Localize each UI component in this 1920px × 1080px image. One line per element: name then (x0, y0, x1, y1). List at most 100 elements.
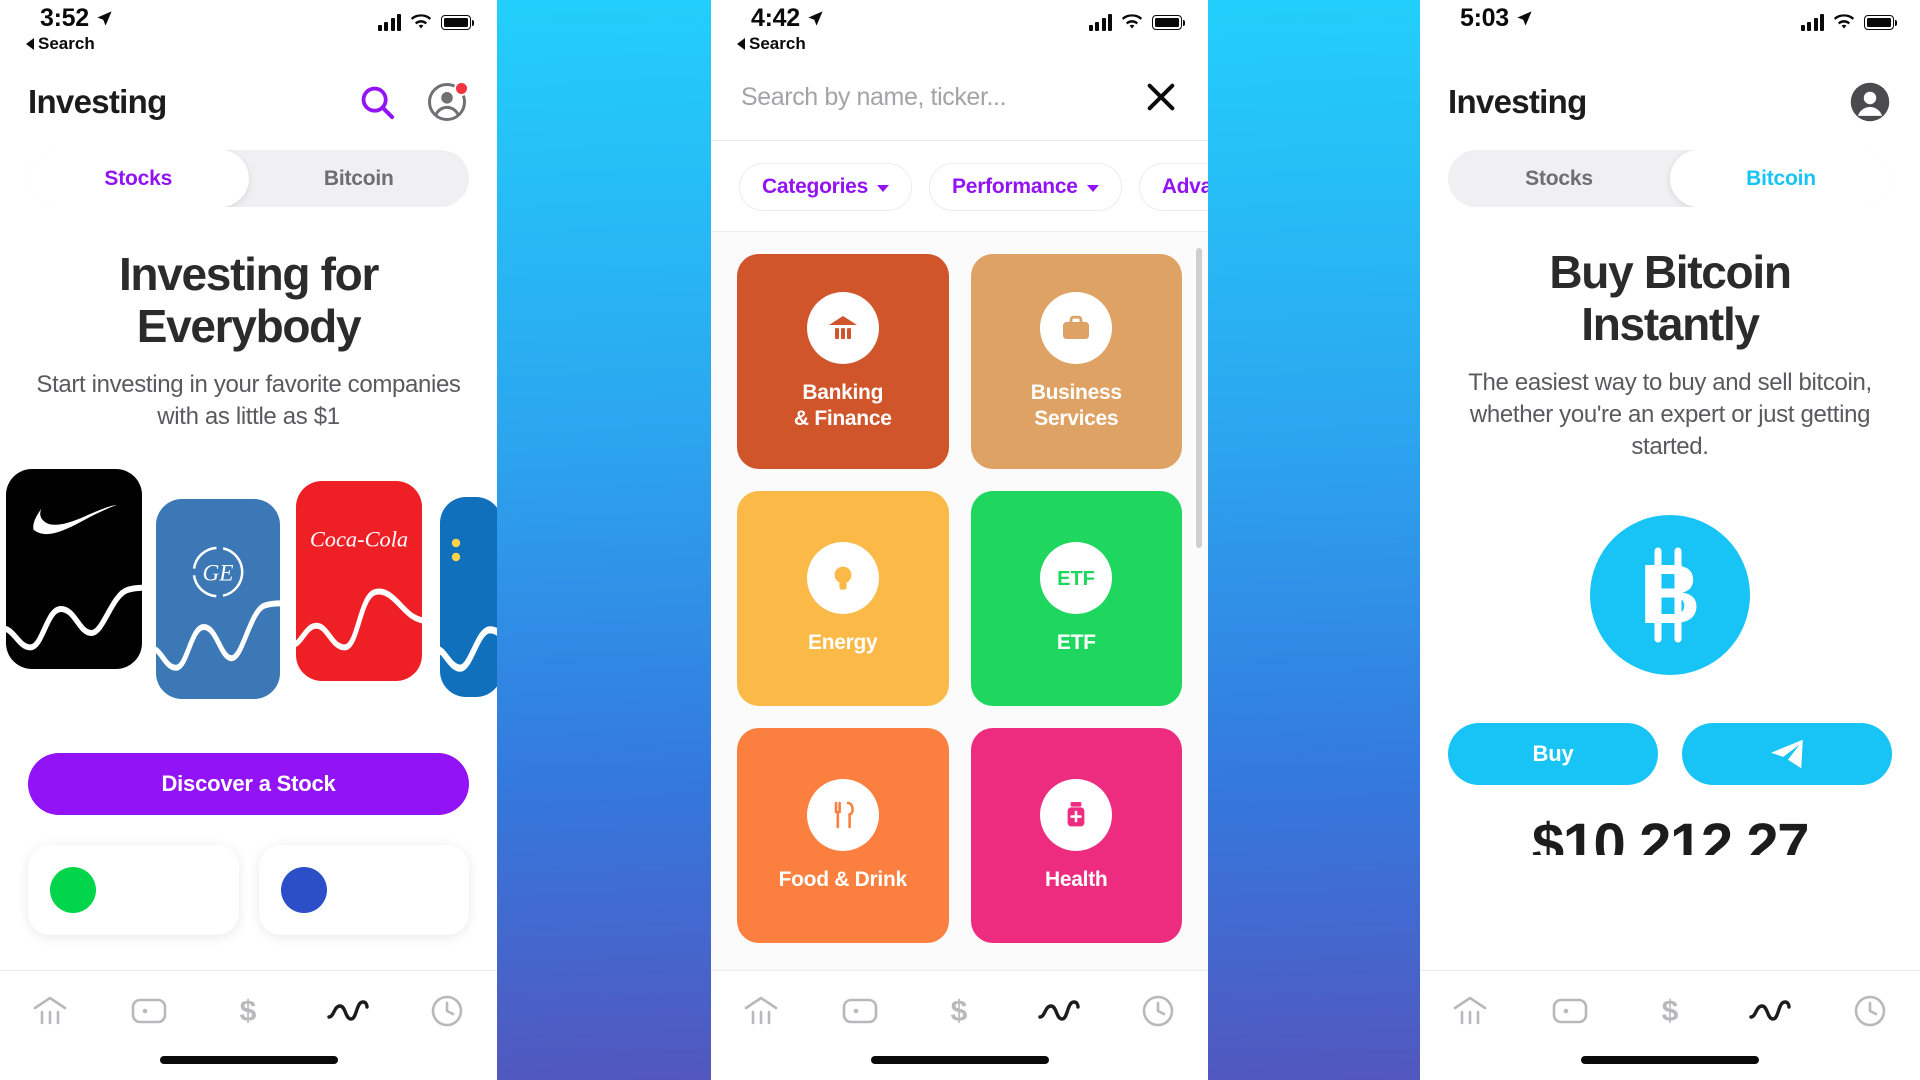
tile-label: Food & Drink (778, 867, 908, 891)
tab-payments[interactable]: $ (930, 987, 988, 1035)
tile-label: Health (1045, 867, 1108, 891)
tab-bar[interactable]: $ (0, 970, 497, 1080)
filter-chip-advanced[interactable]: Advanced (1138, 163, 1208, 211)
brand-card-coca-cola[interactable]: Coca-Cola (296, 481, 422, 682)
tab-investing[interactable] (1030, 987, 1088, 1035)
close-x-icon[interactable] (1144, 80, 1178, 114)
status-back-label: Search (749, 34, 806, 53)
tab-card[interactable] (120, 987, 178, 1035)
page-title: Investing (1448, 83, 1587, 120)
sparkline (296, 588, 422, 651)
search-button[interactable] (355, 80, 399, 124)
card-icon (131, 998, 167, 1024)
send-bitcoin-button[interactable] (1682, 723, 1892, 786)
dollar-sign-icon: $ (951, 995, 968, 1028)
phone-3-bitcoin-screen: 5:03 Investing Stocks Bitcoin Buy Bitcoi… (1420, 0, 1920, 1080)
battery-icon (441, 15, 475, 30)
tab-activity[interactable] (418, 987, 476, 1035)
briefcase-icon (1063, 316, 1090, 340)
category-tile-energy[interactable]: Energy (737, 491, 949, 706)
health-icon-wrapper (1040, 778, 1113, 851)
battery-icon (1864, 15, 1898, 30)
discover-stock-button[interactable]: Discover a Stock (28, 753, 469, 816)
hero-section: Investing for Everybody Start investing … (0, 207, 497, 433)
nav-header: Investing (1420, 58, 1920, 134)
send-paper-plane-icon (1771, 740, 1803, 769)
lightbulb-icon (834, 566, 852, 590)
tab-banking[interactable] (1441, 987, 1499, 1035)
tab-banking[interactable] (21, 987, 79, 1035)
segmented-control[interactable]: Stocks Bitcoin (28, 150, 469, 207)
svg-text:B: B (1640, 547, 1701, 641)
tab-stocks[interactable]: Stocks (1448, 150, 1670, 207)
tab-bitcoin[interactable]: Bitcoin (1670, 150, 1892, 207)
bitcoin-hero: Buy Bitcoin Instantly The easiest way to… (1420, 207, 1920, 463)
food-utensils-icon (834, 801, 854, 829)
stock-logo-icon (50, 867, 96, 914)
tab-payments[interactable]: $ (1641, 987, 1699, 1035)
bitcoin-actions[interactable]: Buy (1420, 675, 1920, 786)
phone-1-stocks-screen: 3:52 Search Investing Stocks Bitcoin Inv… (0, 0, 497, 1080)
search-bar[interactable]: Search by name, ticker... (711, 58, 1208, 141)
lightbulb-icon-wrapper (806, 541, 879, 614)
tile-label: Business Services (1030, 381, 1122, 430)
tab-investing[interactable] (319, 987, 377, 1035)
tab-bar[interactable]: $ (711, 970, 1208, 1080)
food-icon-wrapper (806, 778, 879, 851)
filter-chip-performance[interactable]: Performance (929, 163, 1122, 211)
tab-card[interactable] (831, 987, 889, 1035)
brand-card-partial[interactable] (440, 497, 497, 698)
cellular-signal-icon (1800, 14, 1824, 31)
account-button[interactable] (425, 80, 469, 124)
category-tile-banking[interactable]: Banking & Finance (737, 254, 949, 469)
status-back-label: Search (38, 34, 95, 53)
status-back-link[interactable]: Search (737, 34, 824, 54)
category-grid[interactable]: Banking & Finance Business Services Ener… (711, 232, 1208, 970)
tab-bar[interactable]: $ (1420, 970, 1920, 1080)
list-item[interactable] (28, 845, 239, 936)
nike-swoosh-logo (33, 505, 118, 535)
briefcase-icon-wrapper (1040, 292, 1113, 365)
account-avatar-icon (1850, 82, 1890, 122)
tab-payments[interactable]: $ (219, 987, 277, 1035)
svg-text:ETF: ETF (1057, 568, 1095, 590)
status-time: 4:42 (751, 4, 800, 32)
tab-card[interactable] (1541, 987, 1599, 1035)
category-tile-food[interactable]: Food & Drink (737, 728, 949, 943)
list-item[interactable] (258, 845, 469, 936)
status-back-link[interactable]: Search (26, 34, 113, 54)
tab-banking[interactable] (732, 987, 790, 1035)
category-tile-health[interactable]: Health (970, 728, 1182, 943)
battery-icon (1152, 15, 1186, 30)
location-arrow-icon (97, 11, 112, 26)
account-button[interactable] (1848, 80, 1892, 124)
brand-card-carousel[interactable]: GE Coca-Cola (0, 469, 497, 719)
tab-bitcoin[interactable]: Bitcoin (249, 150, 470, 207)
wifi-icon (1833, 14, 1855, 29)
status-time-row: 3:52 (26, 4, 113, 33)
category-tile-etf[interactable]: ETF ETF (970, 491, 1182, 706)
brand-card-nike[interactable] (6, 469, 142, 670)
scrollbar[interactable] (1196, 248, 1202, 548)
segmented-control[interactable]: Stocks Bitcoin (1448, 150, 1892, 207)
etf-text-icon: ETF (1057, 568, 1095, 590)
chevron-down-icon (877, 185, 890, 192)
status-bar: 3:52 Search (0, 0, 497, 58)
chip-label: Categories (762, 175, 869, 198)
tab-stocks[interactable]: Stocks (28, 150, 249, 207)
location-arrow-icon (1517, 11, 1532, 26)
search-input[interactable]: Search by name, ticker... (741, 83, 1007, 112)
buy-bitcoin-button[interactable]: Buy (1448, 723, 1658, 786)
status-time: 3:52 (40, 4, 89, 32)
tab-activity[interactable] (1841, 987, 1899, 1035)
category-tile-business[interactable]: Business Services (970, 254, 1182, 469)
filter-chip-categories[interactable]: Categories (739, 163, 913, 211)
dollar-sign-icon: $ (1662, 995, 1679, 1028)
tab-activity[interactable] (1129, 987, 1187, 1035)
svg-text:$: $ (240, 995, 257, 1028)
tab-investing[interactable] (1741, 987, 1799, 1035)
tile-label: Energy (808, 630, 878, 654)
brand-card-ge[interactable]: GE (156, 499, 280, 700)
filter-chip-row[interactable]: Categories Performance Advanced (711, 141, 1208, 232)
clock-icon (1854, 995, 1886, 1027)
